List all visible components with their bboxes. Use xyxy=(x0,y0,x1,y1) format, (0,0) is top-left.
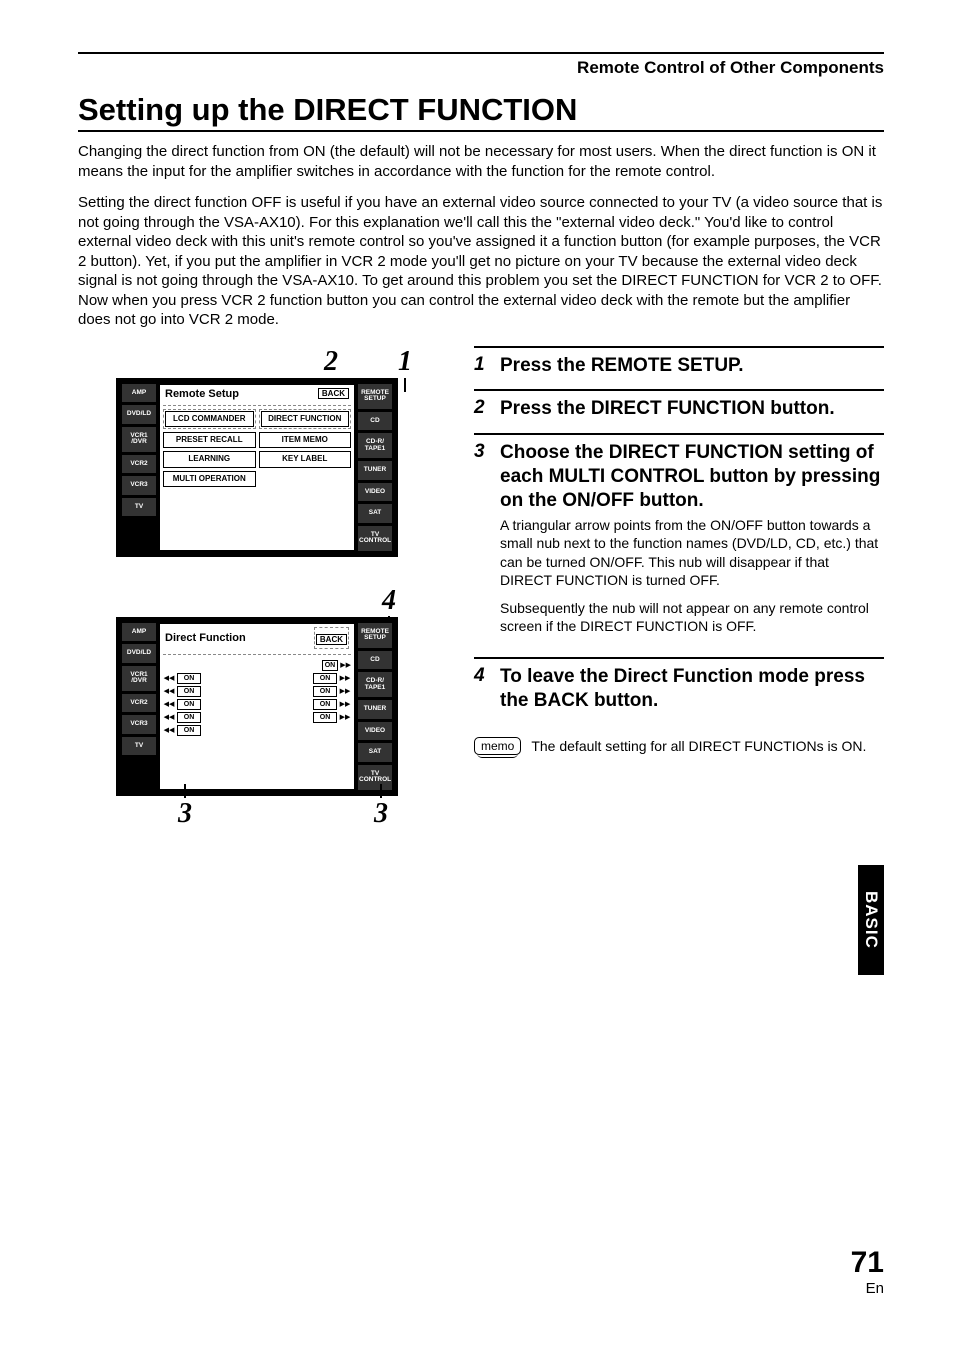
btn-preset-recall[interactable]: PRESET RECALL xyxy=(163,432,256,448)
nav-right[interactable]: ▶▶ xyxy=(339,675,351,682)
screen1-title: Remote Setup xyxy=(165,388,239,400)
on-toggle[interactable]: ON xyxy=(313,673,337,684)
btn-direct-function[interactable]: DIRECT FUNCTION xyxy=(261,411,350,427)
step-head-2: Press the DIRECT FUNCTION button. xyxy=(500,397,835,421)
intro-para-2: Setting the direct function OFF is usefu… xyxy=(78,193,884,330)
chapter-heading: Remote Control of Other Components xyxy=(78,52,884,78)
step-num-4: 4 xyxy=(474,665,492,688)
step-2: 2 Press the DIRECT FUNCTION button. xyxy=(474,389,884,431)
label-dvd-ld: DVD/LD xyxy=(122,405,156,424)
btn-learning[interactable]: LEARNING xyxy=(163,451,256,467)
on-toggle[interactable]: ON xyxy=(177,712,201,723)
label-sat: SAT xyxy=(358,504,392,523)
label-amp-2: AMP xyxy=(122,623,156,642)
label-vcr1-dvr: VCR1 /DVR xyxy=(122,427,156,452)
btn-multi-operation[interactable]: MULTI OPERATION xyxy=(163,471,256,487)
label-vcr1-dvr-2: VCR1 /DVR xyxy=(122,666,156,691)
label-remote-setup-2: REMOTE SETUP xyxy=(358,623,392,648)
nav-left[interactable]: ◀◀ xyxy=(163,701,175,708)
label-amp: AMP xyxy=(122,384,156,403)
step-head-1: Press the REMOTE SETUP. xyxy=(500,354,744,378)
intro-para-1: Changing the direct function from ON (th… xyxy=(78,142,884,181)
on-toggle[interactable]: ON xyxy=(177,673,201,684)
screen2-title: Direct Function xyxy=(165,632,246,644)
page-number: 71 xyxy=(851,1246,884,1280)
label-tv-2: TV xyxy=(122,737,156,756)
btn-lcd-commander[interactable]: LCD COMMANDER xyxy=(165,411,254,427)
nav-left[interactable]: ◀◀ xyxy=(163,688,175,695)
on-toggle[interactable]: ON xyxy=(177,686,201,697)
back-button-2[interactable]: BACK xyxy=(316,634,347,645)
step-head-3: Choose the DIRECT FUNCTION setting of ea… xyxy=(500,441,884,512)
btn-key-label[interactable]: KEY LABEL xyxy=(259,451,352,467)
on-toggle[interactable]: ON xyxy=(313,699,337,710)
label-remote-setup[interactable]: REMOTE SETUP xyxy=(358,384,392,409)
label-cdr-tape1: CD-R/ TAPE1 xyxy=(358,433,392,458)
on-toggle[interactable]: ON xyxy=(177,725,201,736)
intro-text: Changing the direct function from ON (th… xyxy=(78,142,884,330)
label-dvd-ld-2: DVD/LD xyxy=(122,644,156,663)
label-sat-2: SAT xyxy=(358,743,392,762)
step-num-1: 1 xyxy=(474,354,492,377)
step-1: 1 Press the REMOTE SETUP. xyxy=(474,346,884,388)
label-tv: TV xyxy=(122,498,156,517)
btn-empty xyxy=(259,471,352,487)
page-title: Setting up the DIRECT FUNCTION xyxy=(78,92,884,132)
nav-left[interactable]: ◀◀ xyxy=(163,727,175,734)
callout-1: 1 xyxy=(398,346,412,378)
on-toggle[interactable]: ON xyxy=(322,660,339,671)
label-tv-control-2: TV CONTROL xyxy=(358,765,392,790)
label-cd-2: CD xyxy=(358,651,392,670)
back-button[interactable]: BACK xyxy=(318,388,349,399)
memo-icon: memo xyxy=(474,737,521,755)
step-3-body-2: Subsequently the nub will not appear on … xyxy=(500,599,884,635)
side-tab-basic: BASIC xyxy=(858,865,884,975)
nav-right[interactable]: ▶▶ xyxy=(340,662,351,669)
label-tv-control: TV CONTROL xyxy=(358,526,392,551)
page-number-block: 71 En xyxy=(851,1246,884,1298)
label-vcr2-2: VCR2 xyxy=(122,694,156,713)
page-lang: En xyxy=(866,1280,884,1297)
label-vcr3-2: VCR3 xyxy=(122,715,156,734)
step-3-body-1: A triangular arrow points from the ON/OF… xyxy=(500,516,884,589)
label-vcr2: VCR2 xyxy=(122,455,156,474)
btn-item-memo[interactable]: ITEM MEMO xyxy=(259,432,352,448)
step-4: 4 To leave the Direct Function mode pres… xyxy=(474,657,884,723)
figure-remote-setup: 2 1 AMP DVD/LD VCR1 /DVR VCR2 VCR3 TV xyxy=(116,346,446,557)
nav-left[interactable]: ◀◀ xyxy=(163,675,175,682)
step-num-3: 3 xyxy=(474,441,492,464)
remote-direct-function-diagram: AMP DVD/LD VCR1 /DVR VCR2 VCR3 TV Direct… xyxy=(116,617,398,796)
on-toggle[interactable]: ON xyxy=(313,712,337,723)
label-video-2: VIDEO xyxy=(358,722,392,741)
step-head-4: To leave the Direct Function mode press … xyxy=(500,665,884,713)
label-tuner: TUNER xyxy=(358,461,392,480)
callout-3b: 3 xyxy=(374,798,388,830)
figure-direct-function: 4 AMP DVD/LD VCR1 /DVR VCR2 VCR3 TV xyxy=(116,585,446,830)
callout-3a: 3 xyxy=(178,798,192,830)
nav-right[interactable]: ▶▶ xyxy=(339,701,351,708)
on-toggle[interactable]: ON xyxy=(313,686,337,697)
callout-2: 2 xyxy=(324,346,338,378)
memo-note: memo The default setting for all DIRECT … xyxy=(474,737,884,755)
memo-text: The default setting for all DIRECT FUNCT… xyxy=(531,737,866,755)
label-tuner-2: TUNER xyxy=(358,700,392,719)
label-video: VIDEO xyxy=(358,483,392,502)
label-cd: CD xyxy=(358,412,392,431)
remote-setup-diagram: AMP DVD/LD VCR1 /DVR VCR2 VCR3 TV Remote… xyxy=(116,378,398,557)
step-num-2: 2 xyxy=(474,397,492,420)
nav-right[interactable]: ▶▶ xyxy=(339,714,351,721)
callout-4: 4 xyxy=(382,585,396,616)
label-vcr3: VCR3 xyxy=(122,476,156,495)
step-3: 3 Choose the DIRECT FUNCTION setting of … xyxy=(474,433,884,655)
on-toggle[interactable]: ON xyxy=(177,699,201,710)
nav-left[interactable]: ◀◀ xyxy=(163,714,175,721)
nav-right[interactable]: ▶▶ xyxy=(339,688,351,695)
label-cdr-tape1-2: CD-R/ TAPE1 xyxy=(358,672,392,697)
